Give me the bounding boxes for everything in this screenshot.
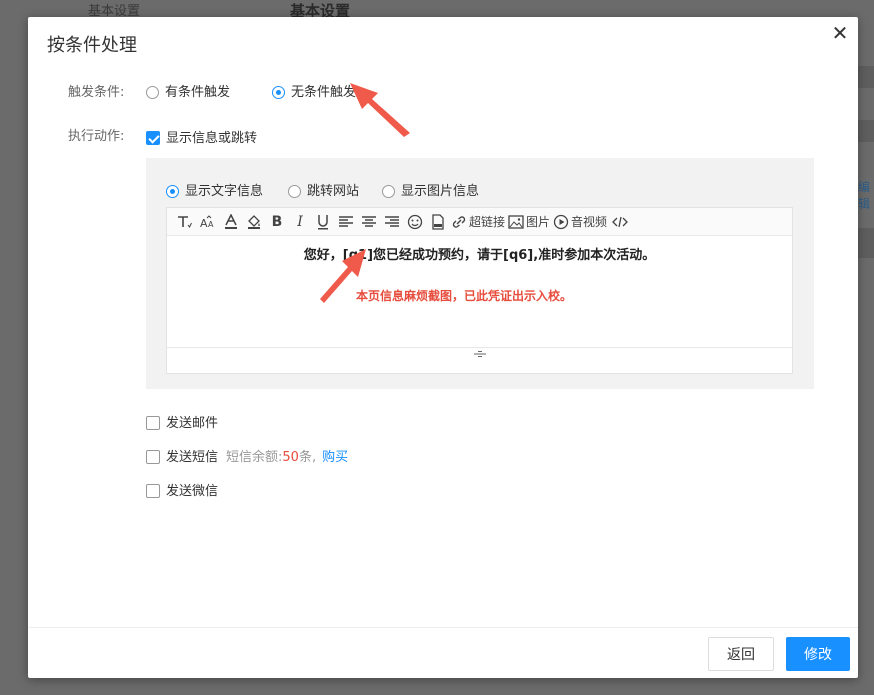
checkbox-send-email[interactable]: 发送邮件 [146, 412, 218, 431]
checkbox-send-wechat[interactable]: 发送微信 [146, 480, 218, 499]
trigger-label: 触发条件: [68, 85, 125, 100]
checkbox-icon [146, 450, 160, 464]
emoji-icon[interactable] [405, 212, 425, 232]
background-edge-control [858, 66, 874, 88]
align-center-icon[interactable] [359, 212, 379, 232]
background-edge-control [858, 120, 874, 142]
sms-balance-value: 50 [282, 450, 299, 465]
insert-video-label: 音视频 [571, 215, 608, 229]
checkbox-checked-icon [146, 131, 160, 145]
font-size-icon[interactable]: AA [198, 212, 218, 232]
align-right-icon[interactable] [382, 212, 402, 232]
background-edge-control [858, 228, 874, 258]
background-color-icon[interactable] [244, 212, 264, 232]
underline-icon[interactable] [313, 212, 333, 232]
insert-image-label: 图片 [526, 215, 551, 229]
editor-content[interactable]: 您好，[q1]您已经成功预约，请于[q6],准时参加本次活动。 本页信息麻烦截图… [167, 236, 792, 360]
back-button[interactable]: 返回 [708, 637, 774, 671]
action-label: 执行动作: [68, 129, 125, 144]
annotation-arrow-icon [350, 83, 410, 137]
modify-button[interactable]: 修改 [786, 637, 850, 671]
text-format-icon[interactable] [175, 212, 195, 232]
message-panel: 显示文字信息 跳转网站 显示图片信息 AA B I 超链接 图片 音视频 您好，… [146, 158, 814, 389]
resize-handle-icon [473, 351, 486, 357]
background-page-title: 基本设置 [290, 2, 351, 20]
condition-modal: 按条件处理 ✕ 触发条件: 有条件触发 无条件触发 执行动作: 显示信息或跳转 … [28, 17, 858, 678]
rich-text-editor[interactable]: AA B I 超链接 图片 音视频 您好，[q1]您已经成功预约，请于[q6],… [166, 207, 793, 374]
radio-icon [382, 185, 395, 198]
radio-text-message[interactable]: 显示文字信息 [166, 180, 263, 199]
radio-conditional-trigger[interactable]: 有条件触发 [146, 81, 230, 100]
source-code-icon[interactable] [610, 212, 630, 232]
document-icon[interactable] [428, 212, 448, 232]
radio-icon [146, 86, 159, 99]
editor-toolbar: AA B I 超链接 图片 音视频 [167, 208, 792, 236]
radio-selected-icon [272, 86, 285, 99]
italic-icon[interactable]: I [290, 212, 310, 232]
checkbox-show-message[interactable]: 显示信息或跳转 [146, 127, 257, 146]
checkbox-send-sms[interactable]: 发送短信 短信余额:50条, 购买 [146, 446, 348, 465]
message-line-2: 本页信息麻烦截图，已此凭证出示入校。 [356, 289, 573, 303]
insert-image-button[interactable]: 图片 [508, 212, 550, 232]
align-left-icon[interactable] [336, 212, 356, 232]
message-line-1: 您好，[q1]您已经成功预约，请于[q6],准时参加本次活动。 [303, 248, 656, 263]
checkbox-icon [146, 484, 160, 498]
radio-redirect-website[interactable]: 跳转网站 [288, 180, 359, 199]
radio-unconditional-trigger[interactable]: 无条件触发 [272, 81, 356, 100]
insert-link-button[interactable]: 超链接 [451, 212, 505, 232]
footer-divider [28, 627, 858, 628]
background-tab-basic: 基本设置 [88, 4, 141, 19]
annotation-arrow-icon [320, 249, 366, 303]
buy-sms-link[interactable]: 购买 [322, 450, 348, 465]
background-edit-link: 编辑 [858, 180, 871, 211]
bold-icon[interactable]: B [267, 212, 287, 232]
close-icon[interactable]: ✕ [830, 23, 850, 43]
font-color-icon[interactable] [221, 212, 241, 232]
sms-balance: 短信余额:50条, [226, 450, 317, 465]
editor-resize-handle[interactable] [167, 347, 792, 360]
insert-link-label: 超链接 [469, 215, 506, 229]
modal-title: 按条件处理 [47, 35, 137, 56]
svg-text:A: A [208, 220, 214, 229]
radio-selected-icon [166, 185, 179, 198]
radio-icon [288, 185, 301, 198]
insert-video-button[interactable]: 音视频 [553, 212, 607, 232]
checkbox-icon [146, 416, 160, 430]
radio-image-message[interactable]: 显示图片信息 [382, 180, 479, 199]
svg-text:A: A [200, 217, 208, 229]
